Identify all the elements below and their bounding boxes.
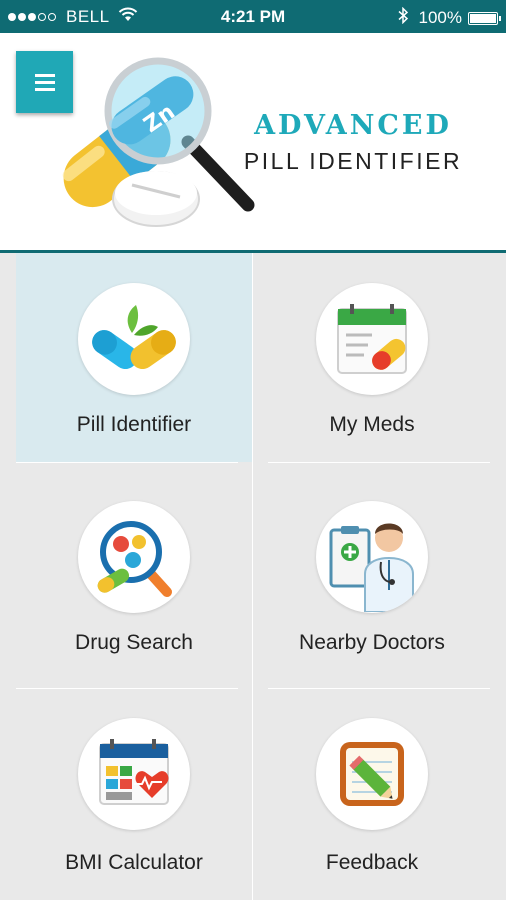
battery-icon xyxy=(468,11,501,25)
calculator-heart-icon xyxy=(78,718,190,830)
tile-drug-search[interactable]: Drug Search xyxy=(16,479,252,688)
notepad-pencil-icon xyxy=(316,718,428,830)
grid-divider xyxy=(252,253,253,900)
grid-divider xyxy=(268,462,490,463)
tile-nearby-doctors[interactable]: Nearby Doctors xyxy=(254,479,490,688)
tile-my-meds[interactable]: My Meds xyxy=(254,253,490,462)
grid-divider xyxy=(268,688,490,689)
tile-feedback[interactable]: Feedback xyxy=(254,705,490,900)
grid-divider xyxy=(16,462,238,463)
pill-magnifier-logo: Zn xyxy=(62,57,255,227)
tile-label: My Meds xyxy=(329,413,415,436)
app-title-line2: PILL IDENTIFIER xyxy=(243,148,463,174)
magnifier-pills-icon xyxy=(78,501,190,613)
battery-percent: 100% xyxy=(418,8,462,27)
tile-label: BMI Calculator xyxy=(65,851,203,874)
status-right: 100% xyxy=(398,6,501,29)
capsule-leaf-icon xyxy=(78,283,190,395)
tile-pill-identifier[interactable]: Pill Identifier xyxy=(16,253,252,462)
tile-label: Drug Search xyxy=(75,631,193,654)
tile-label: Pill Identifier xyxy=(76,413,192,436)
app-header: Zn ADVANCED PILL IDENTIFIER xyxy=(0,33,506,253)
calendar-pill-icon xyxy=(316,283,428,395)
bluetooth-icon xyxy=(398,6,409,29)
tile-label: Nearby Doctors xyxy=(299,631,445,654)
grid-divider xyxy=(16,688,238,689)
tile-label: Feedback xyxy=(325,851,419,874)
menu-grid: Pill Identifier My Meds Drug Search Near… xyxy=(0,253,506,900)
status-bar: BELL 4:21 PM 100% xyxy=(0,0,506,33)
doctor-icon xyxy=(316,501,428,613)
app-title-line1: ADVANCED xyxy=(254,110,452,141)
tile-bmi-calculator[interactable]: BMI Calculator xyxy=(16,705,252,900)
